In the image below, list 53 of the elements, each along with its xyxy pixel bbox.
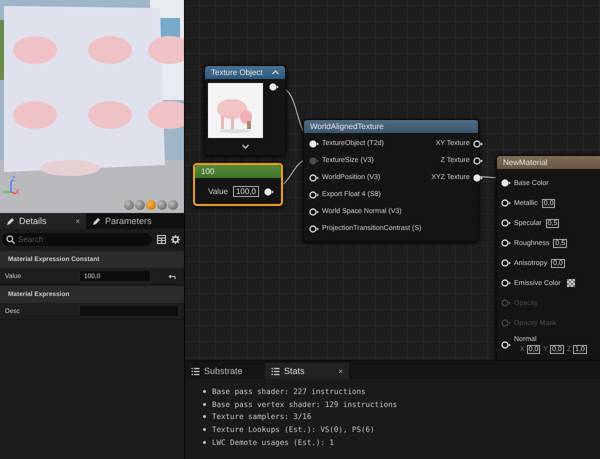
list-icon xyxy=(191,366,200,376)
pin-icon[interactable] xyxy=(309,208,319,216)
table-icon[interactable] xyxy=(157,235,166,244)
node-title: Texture Object xyxy=(211,68,263,77)
node-header[interactable]: NewMaterial xyxy=(497,156,600,169)
node-title: 100 xyxy=(201,167,214,176)
pencil-icon xyxy=(6,216,15,226)
panel-tab[interactable]: Substrate xyxy=(185,363,265,379)
pin-icon[interactable] xyxy=(472,140,483,148)
pin-icon[interactable] xyxy=(501,279,511,287)
bullet-dot xyxy=(203,390,206,393)
bullet-dot xyxy=(203,415,206,418)
panel-tab[interactable]: Parameters xyxy=(86,213,172,229)
pin-icon[interactable] xyxy=(309,174,319,182)
node-title: NewMaterial xyxy=(503,158,548,167)
pin-icon[interactable] xyxy=(264,188,274,196)
constant-node[interactable]: 100 Value 100,0 xyxy=(193,163,283,206)
pin-icon[interactable] xyxy=(309,140,319,148)
texture-object-node[interactable]: Texture Object xyxy=(204,65,286,156)
pin-icon[interactable] xyxy=(472,156,483,164)
bullet-dot xyxy=(203,428,206,431)
bullet-dot xyxy=(203,402,206,406)
node-header[interactable]: WorldAlignedTexture xyxy=(304,120,478,133)
pencil-icon xyxy=(92,216,101,226)
pin-icon[interactable] xyxy=(501,341,511,349)
input-label: Value xyxy=(208,187,228,196)
node-header[interactable]: 100 xyxy=(195,165,281,178)
pin-icon[interactable] xyxy=(501,239,511,247)
panel-tab[interactable]: Stats × xyxy=(265,363,349,379)
pin-icon[interactable] xyxy=(501,219,511,227)
pin-icon[interactable] xyxy=(309,224,319,232)
chevron-icon[interactable] xyxy=(242,144,248,149)
bullet-dot xyxy=(203,440,206,444)
pin-icon[interactable] xyxy=(501,259,511,267)
axis-gizmo-icon xyxy=(2,178,18,196)
settings-icon[interactable] xyxy=(171,235,180,244)
search-field[interactable]: Search xyxy=(2,233,152,246)
color-swatch[interactable] xyxy=(566,279,575,287)
pin-icon[interactable] xyxy=(501,179,511,187)
pin-icon[interactable] xyxy=(472,174,483,182)
node-header[interactable]: Texture Object xyxy=(205,66,285,79)
close-icon[interactable]: × xyxy=(338,366,343,376)
node-title: WorldAlignedTexture xyxy=(310,122,384,131)
value-field[interactable]: 100,0 xyxy=(232,186,259,197)
pin-icon[interactable] xyxy=(269,83,279,91)
panel-tab[interactable]: Details × xyxy=(0,213,86,229)
reset-icon[interactable] xyxy=(168,272,176,280)
search-icon xyxy=(6,235,15,244)
pin-icon[interactable] xyxy=(501,199,511,207)
pin-icon[interactable] xyxy=(309,190,319,198)
close-icon[interactable]: × xyxy=(75,216,80,226)
caret-icon[interactable] xyxy=(272,70,279,75)
list-icon xyxy=(271,366,280,376)
